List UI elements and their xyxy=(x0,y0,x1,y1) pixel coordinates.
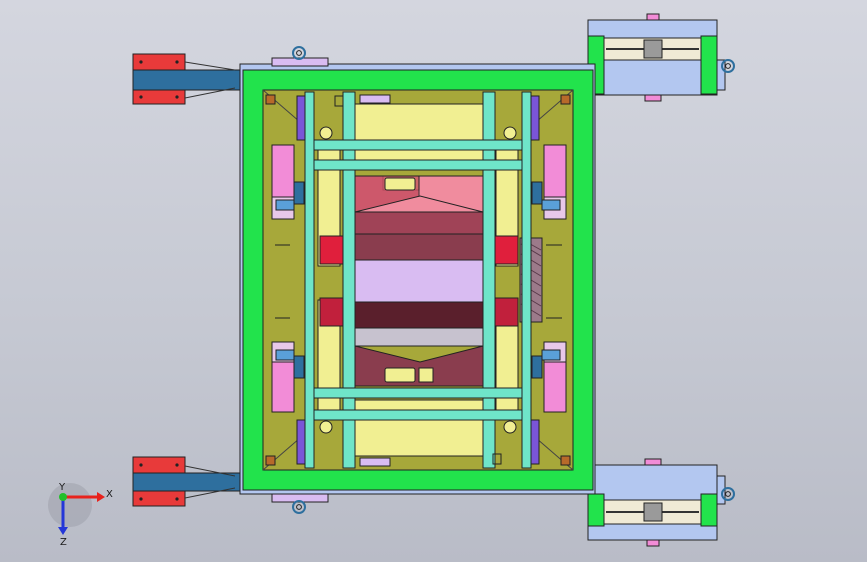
right-top-wheel-unit[interactable] xyxy=(587,13,735,102)
left-top-arm[interactable] xyxy=(132,53,241,105)
left-bottom-arm[interactable] xyxy=(132,456,241,507)
x-axis-label: X xyxy=(106,489,113,500)
assembly-drawing[interactable]: X Y Z xyxy=(0,0,867,562)
top-yellow-block[interactable] xyxy=(354,103,484,141)
z-axis-label: Z xyxy=(60,537,67,548)
axis-triad: X Y Z xyxy=(48,482,113,548)
y-axis-label: Y xyxy=(58,482,66,493)
cad-viewport[interactable]: X Y Z xyxy=(0,0,867,562)
bottom-yellow-block[interactable] xyxy=(354,419,484,457)
right-bottom-wheel-unit[interactable] xyxy=(587,458,735,547)
y-axis-dot xyxy=(59,493,67,501)
